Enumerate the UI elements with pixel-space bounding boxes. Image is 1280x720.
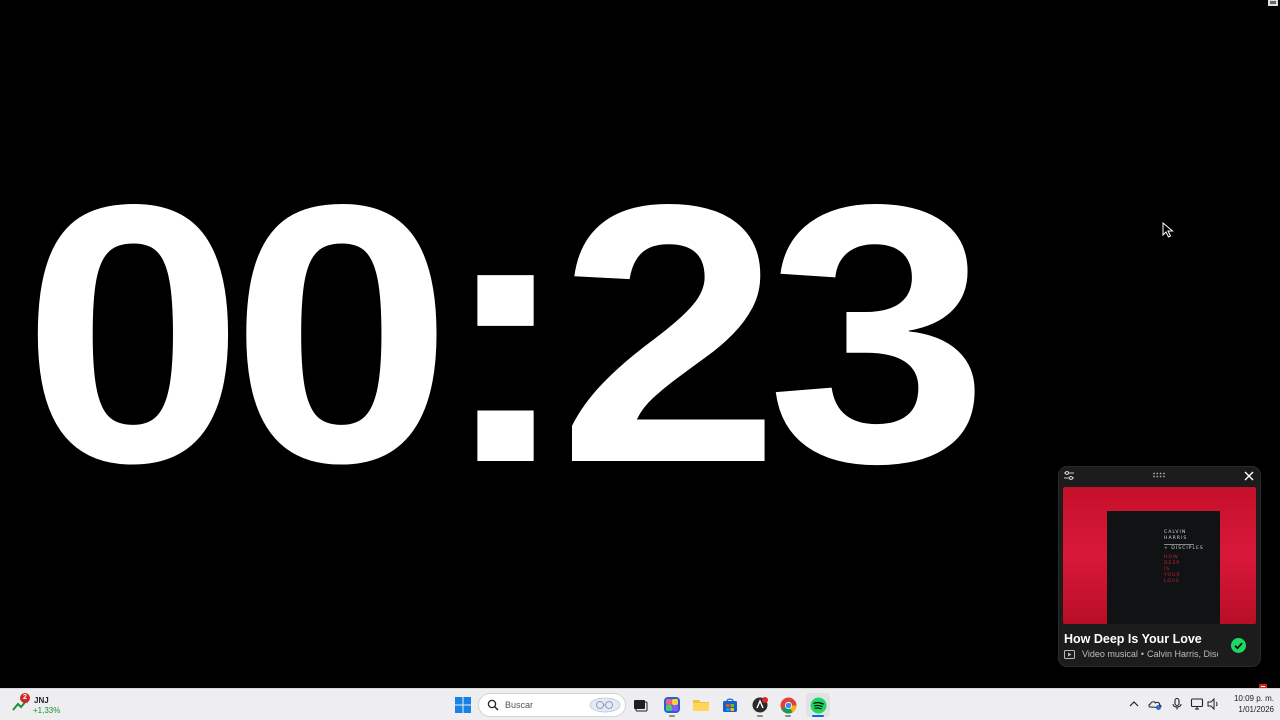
cover-artist-text: CALVIN HARRIS [1164,530,1188,541]
song-title[interactable]: How Deep Is Your Love [1064,632,1202,646]
spotify-button[interactable] [806,693,830,717]
saved-check-icon[interactable] [1231,638,1246,653]
stock-ticker: JNJ [34,696,49,705]
song-subtitle: Video musical • Calvin Harris, Disciples [1064,649,1218,659]
running-indicator [669,715,675,717]
cover-collab-text: + DISCIPLES [1164,546,1204,551]
clock-time: 10:09 p. m. [1233,694,1274,703]
search-icon [487,699,499,711]
mini-player[interactable]: CALVIN HARRIS + DISCIPLES HOW DEEP IS YO… [1059,467,1260,666]
desktop-screen: 00:23 CALVIN HARRIS + DISCIPLES HOW DEEP… [0,0,1280,720]
chevron-up-icon[interactable] [1127,697,1141,711]
media-type-label: Video musical [1082,649,1138,659]
widget-badge: 2 [20,693,30,703]
store-icon [723,698,737,712]
file-explorer-button[interactable] [689,693,713,717]
drag-handle-icon[interactable] [1152,472,1166,478]
video-icon [1064,649,1075,659]
album-cover: CALVIN HARRIS + DISCIPLES HOW DEEP IS YO… [1107,511,1220,624]
network-icon[interactable] [1190,697,1204,711]
copilot-button[interactable] [660,693,684,717]
close-icon[interactable] [1242,469,1256,483]
microphone-icon[interactable] [1170,697,1184,711]
onedrive-icon[interactable] [1148,697,1162,711]
mouse-cursor-icon [1162,222,1174,238]
task-view-button[interactable] [628,693,652,717]
task-view-icon [634,700,648,712]
clock-date: 1/01/2026 [1238,705,1274,714]
store-button[interactable] [718,693,742,717]
copilot-icon [664,697,680,713]
running-indicator [757,715,763,717]
running-indicator [785,715,791,717]
app-button[interactable] [748,693,772,717]
taskbar: 2 JNJ +1,33% Buscar 10:09 p. m. 1/01/202… [0,688,1280,720]
cover-title-text: HOW DEEP IS YOUR LOVE [1164,555,1181,584]
stock-change: +1,33% [33,706,61,715]
separator-dot: • [1140,649,1145,659]
volume-icon[interactable] [1206,697,1220,711]
stock-widget[interactable]: 2 JNJ +1,33% [10,691,90,719]
timer-display: 00:23 [22,127,989,540]
system-clock[interactable]: 10:09 p. m. 1/01/2026 [1224,693,1274,715]
mini-player-titlebar[interactable] [1059,467,1260,487]
folder-icon [693,700,709,711]
corner-overlay-icon [1268,0,1278,6]
windows-start-icon [455,697,471,713]
settings-sliders-icon[interactable] [1063,470,1075,482]
cover-divider [1164,544,1194,545]
app-icon [752,697,768,713]
active-indicator [812,715,824,717]
artists-label[interactable]: Calvin Harris, Disciples [1147,649,1218,659]
search-highlight-icon [589,697,621,713]
chrome-icon [780,697,796,713]
taskbar-search[interactable] [478,693,626,717]
album-art-background[interactable]: CALVIN HARRIS + DISCIPLES HOW DEEP IS YO… [1063,487,1256,624]
start-button[interactable] [451,693,475,717]
spotify-icon [810,697,826,713]
chrome-button[interactable] [776,693,800,717]
search-input[interactable] [505,694,565,716]
